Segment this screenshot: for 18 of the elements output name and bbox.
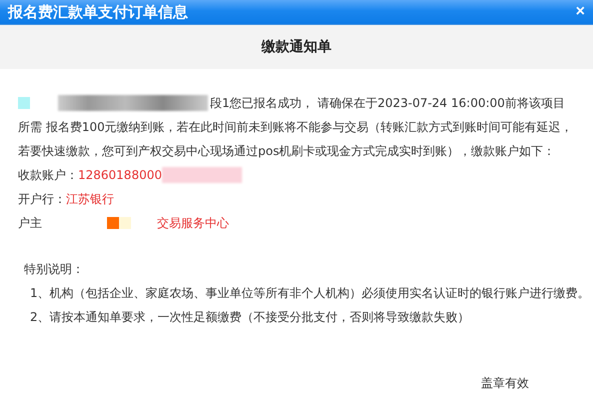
notes-title: 特别说明：	[24, 260, 84, 278]
stamp-note: 盖章有效	[481, 375, 529, 392]
note-text: 2、请按本通知单要求，一次性足额缴费（不接受分批支付，否则将导致缴款失败）	[30, 308, 470, 326]
redaction-block	[18, 97, 30, 109]
notice-heading: 缴款通知单	[262, 38, 332, 56]
field-label: 户主	[18, 214, 42, 232]
field-value: 交易服务中心	[157, 214, 229, 232]
note-text: 1、机构（包括企业、家庭农场、事业单位等所有非个人机构）必须使用实名认证时的银行账户进行缴费。	[30, 284, 590, 302]
window-title: 报名费汇款单支付订单信息	[8, 2, 188, 22]
notice-text: 所需 报名费100元缴纳到账，若在此时间前未到账将不能参与交易（转账汇款方式到账时间可能有延迟，	[18, 118, 573, 136]
redaction-block	[119, 217, 131, 229]
notice-text: 若要快速缴款，您可到产权交易中心现场通过pos机刷卡或现金方式完成实时到账），缴款账户如下：	[18, 142, 556, 160]
field-label: 开户行：	[18, 190, 66, 208]
field-value: 12860188000	[78, 168, 162, 182]
notice-text: 段1您已报名成功， 请确保在于2023-07-24 16:00:00前将该项目	[210, 94, 565, 112]
field-label: 收款账户：	[18, 166, 78, 184]
close-button[interactable]: ×	[576, 4, 585, 20]
field-value: 江苏银行	[66, 190, 114, 208]
